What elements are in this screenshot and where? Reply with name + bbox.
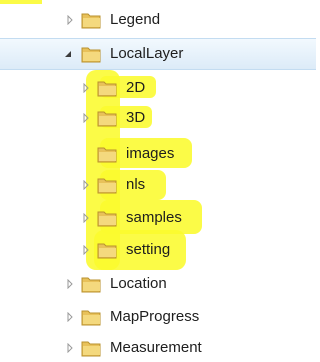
tree-item-3d[interactable]: 3D xyxy=(0,106,316,130)
expand-arrow-icon[interactable] xyxy=(80,173,92,197)
folder-icon xyxy=(80,274,102,294)
tree-item-setting[interactable]: setting xyxy=(0,238,316,262)
tree-item-label: LocalLayer xyxy=(110,45,184,62)
folder-tree: Legend LocalLayer 2D 3D images nls sampl… xyxy=(0,0,316,357)
folder-icon xyxy=(96,78,118,98)
folder-icon xyxy=(80,307,102,327)
tree-item-nls[interactable]: nls xyxy=(0,173,316,197)
folder-icon xyxy=(96,175,118,195)
highlight-mark-top xyxy=(0,0,42,4)
tree-item-label: 3D xyxy=(126,109,146,126)
tree-item-measurement[interactable]: Measurement xyxy=(0,336,316,360)
tree-item-label: images xyxy=(126,145,175,162)
expand-arrow-icon[interactable] xyxy=(80,206,92,230)
tree-item-label: setting xyxy=(126,241,171,258)
folder-icon xyxy=(96,144,118,164)
folder-icon xyxy=(96,208,118,228)
tree-item-label: Measurement xyxy=(110,339,202,356)
folder-icon xyxy=(96,108,118,128)
folder-icon xyxy=(96,240,118,260)
expand-arrow-icon[interactable] xyxy=(64,272,76,296)
tree-item-label: Location xyxy=(110,275,167,292)
folder-icon xyxy=(80,10,102,30)
expand-arrow-icon[interactable] xyxy=(80,238,92,262)
tree-item-mapprogress[interactable]: MapProgress xyxy=(0,305,316,329)
expand-arrow-icon[interactable] xyxy=(64,305,76,329)
folder-icon xyxy=(80,338,102,358)
tree-item-legend[interactable]: Legend xyxy=(0,8,316,32)
tree-item-images[interactable]: images xyxy=(0,142,316,166)
tree-item-samples[interactable]: samples xyxy=(0,206,316,230)
tree-item-label: Legend xyxy=(110,11,161,28)
tree-item-label: 2D xyxy=(126,79,146,96)
tree-item-locallayer[interactable]: LocalLayer xyxy=(0,38,316,70)
expand-arrow-icon[interactable] xyxy=(64,8,76,32)
tree-item-2d[interactable]: 2D xyxy=(0,76,316,100)
tree-item-location[interactable]: Location xyxy=(0,272,316,296)
tree-item-label: nls xyxy=(126,176,146,193)
expand-arrow-icon[interactable] xyxy=(80,76,92,100)
folder-icon xyxy=(80,44,102,64)
expand-arrow-icon[interactable] xyxy=(80,106,92,130)
expand-arrow-icon[interactable] xyxy=(64,336,76,360)
tree-item-label: samples xyxy=(126,209,182,226)
collapse-arrow-icon[interactable] xyxy=(62,42,74,66)
tree-item-label: MapProgress xyxy=(110,308,200,325)
